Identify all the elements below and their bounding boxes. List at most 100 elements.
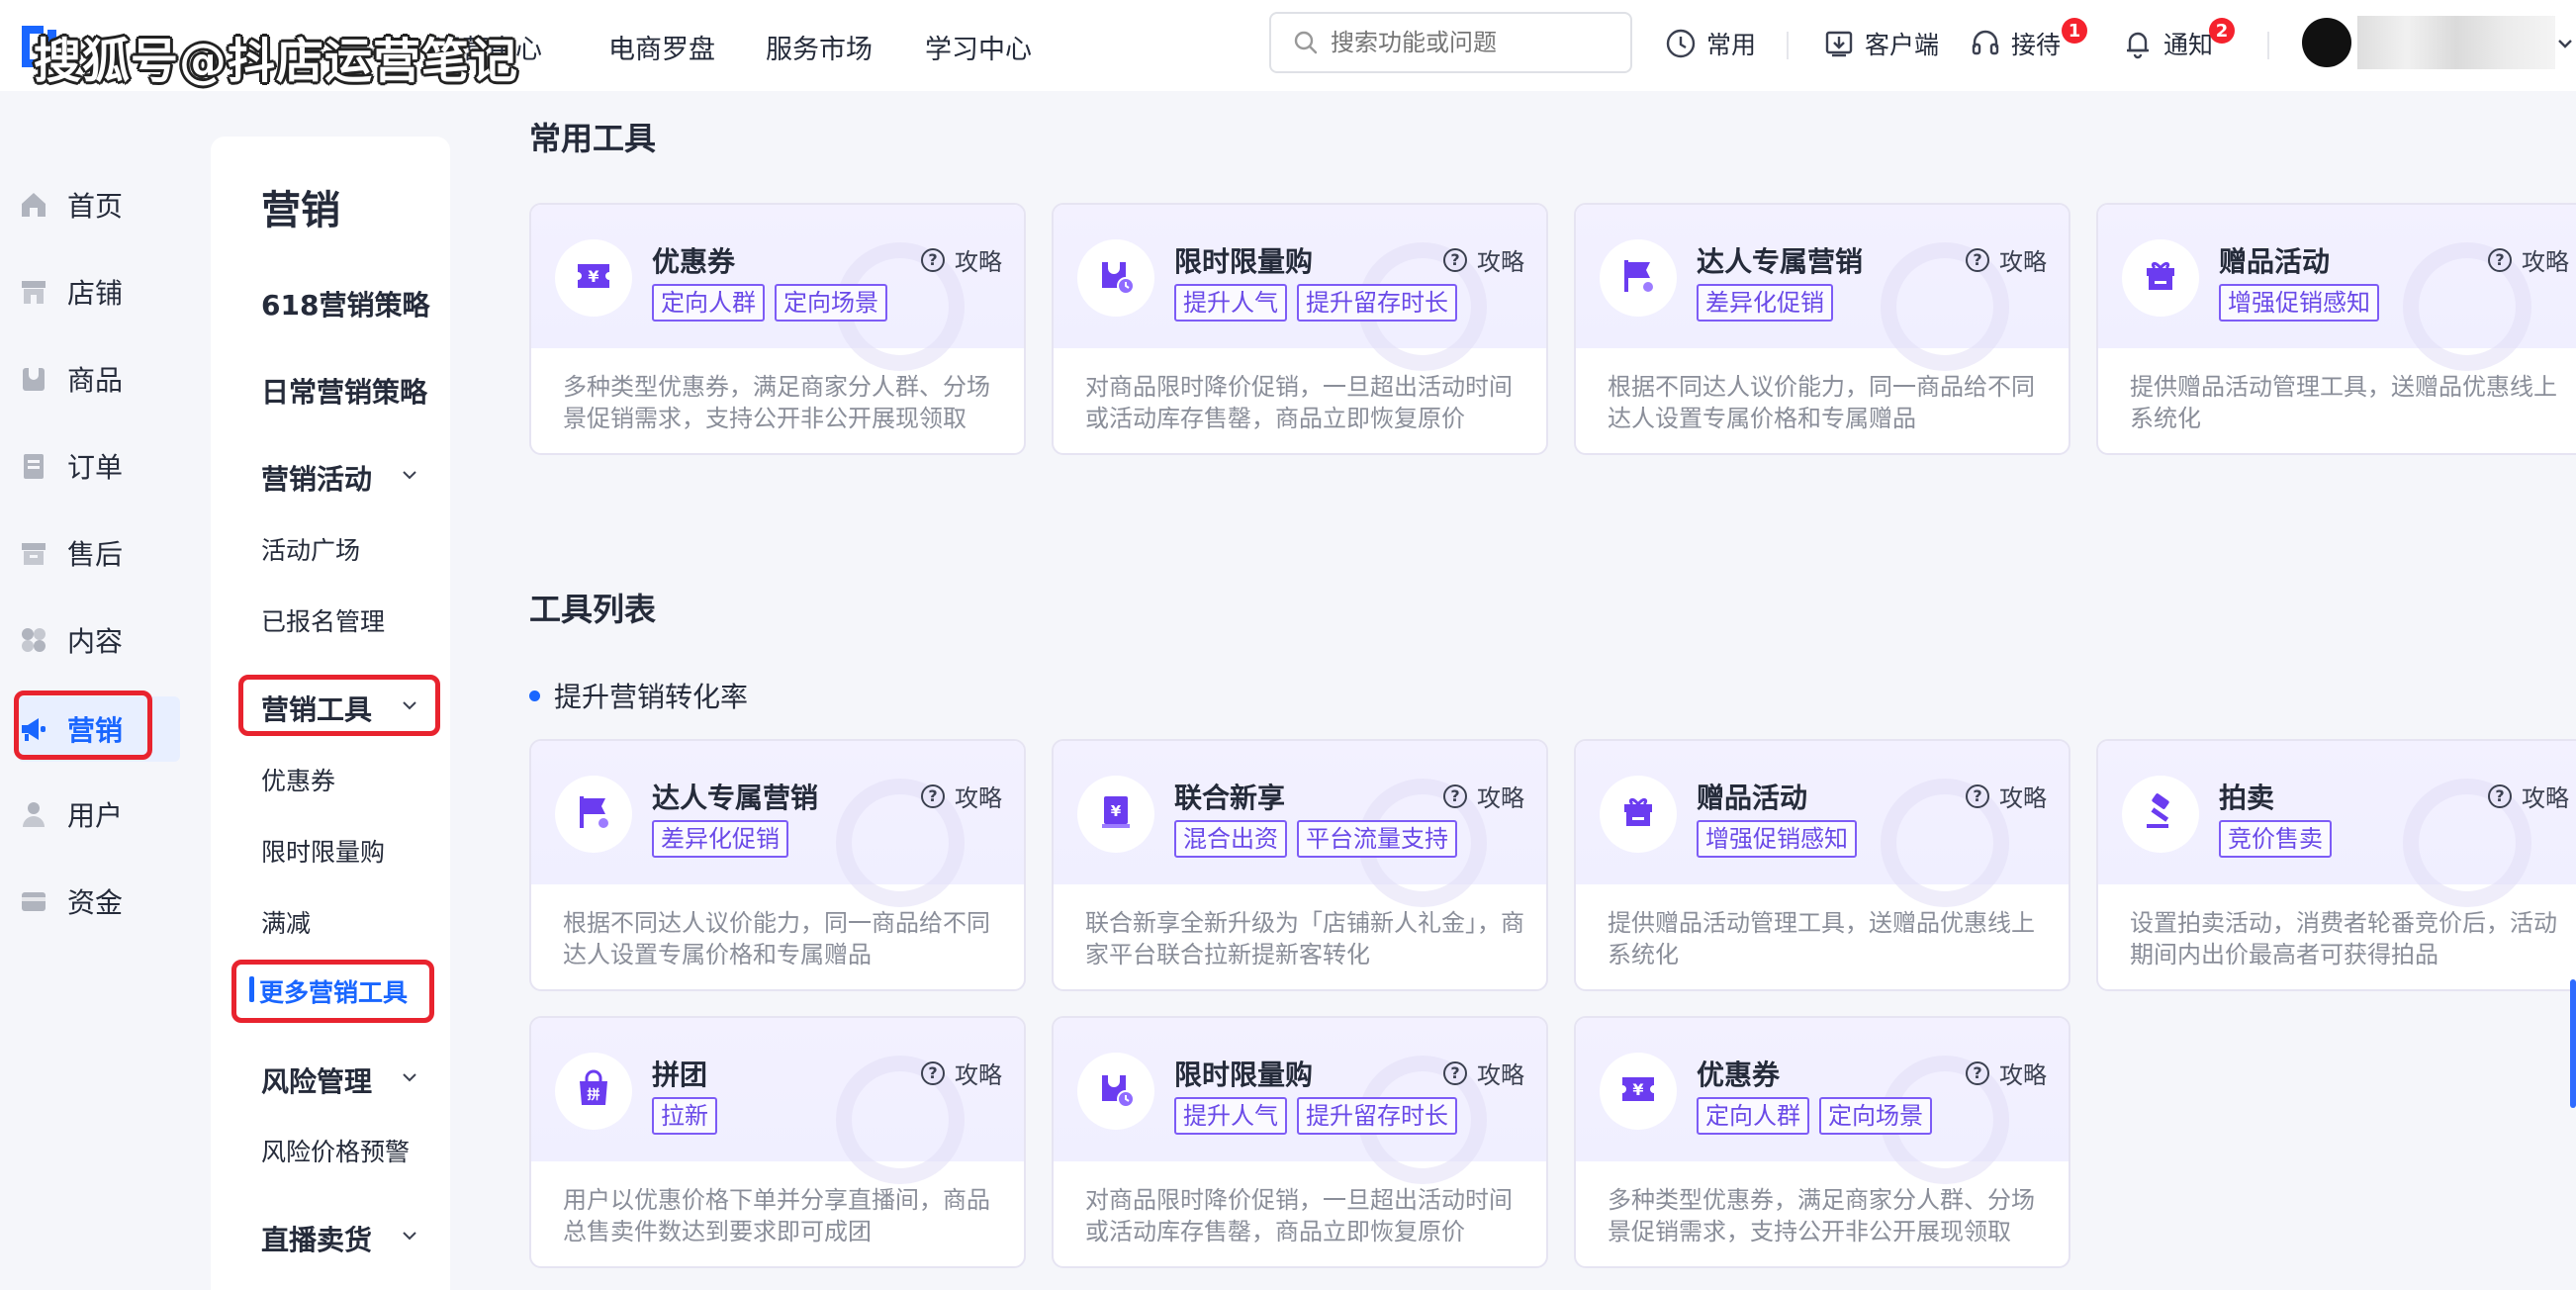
guide-link[interactable]: ? 攻略 bbox=[2488, 242, 2569, 277]
search-box[interactable] bbox=[1269, 12, 1632, 73]
guide-link[interactable]: ? 攻略 bbox=[921, 1056, 1002, 1090]
wallet-icon bbox=[22, 892, 46, 911]
sidebar-item-funds[interactable]: 资金 bbox=[18, 869, 180, 934]
notice-button[interactable]: 通知 2 bbox=[2122, 18, 2235, 63]
tool-card[interactable]: 限时限量购 提升人气 提升留存时长 ? 攻略 对商品限时降价促销，一旦超出活动时间或… bbox=[1052, 203, 1548, 455]
sidebar-item-user[interactable]: 用户 bbox=[18, 782, 180, 847]
tool-card[interactable]: 赠品活动 增强促销感知 ? 攻略 提供赠品活动管理工具，送赠品优惠线上系统化 bbox=[2096, 203, 2576, 455]
account-name-blurred[interactable] bbox=[2357, 16, 2555, 69]
nav-service-market[interactable]: 服务市场 bbox=[766, 28, 873, 66]
sub-item-flash-sale[interactable]: 限时限量购 bbox=[261, 833, 385, 869]
gift-icon bbox=[1616, 790, 1660, 838]
tool-card[interactable]: ¥ 优惠券 定向人群 定向场景 ? 攻略 多种类型优惠券，满足商家分人群、分场景促销… bbox=[1574, 1016, 2070, 1268]
card-icon-holder bbox=[1600, 239, 1677, 317]
tool-name: 赠品活动 bbox=[2219, 245, 2331, 278]
svg-text:¥: ¥ bbox=[1632, 1080, 1643, 1099]
nav-ecommerce-compass[interactable]: 电商罗盘 bbox=[608, 28, 715, 66]
tool-card[interactable]: ¥ 联合新享 混合出资 平台流量支持 ? 攻略 联合新享全新升级为「店铺新人礼金」，… bbox=[1052, 739, 1548, 991]
sub-item-discount[interactable]: 满减 bbox=[261, 904, 311, 940]
sub-item-risk-price[interactable]: 风险价格预警 bbox=[261, 1133, 410, 1168]
search-input[interactable] bbox=[1329, 28, 1606, 57]
home-icon bbox=[22, 193, 46, 217]
common-button[interactable]: 常用 bbox=[1665, 24, 1756, 63]
tool-card[interactable]: ¥ 优惠券 定向人群 定向场景 ? 攻略 多种类型优惠券，满足商家分人群、分场景促销… bbox=[529, 203, 1026, 455]
highlight-box-more-tools bbox=[231, 960, 434, 1023]
tool-tag: 平台流量支持 bbox=[1297, 820, 1457, 858]
sidebar-item-content[interactable]: 内容 bbox=[18, 607, 180, 673]
sidebar-item-product[interactable]: 商品 bbox=[18, 346, 180, 412]
svg-text:¥: ¥ bbox=[1111, 802, 1122, 820]
tool-description: 提供赠品活动管理工具，送赠品优惠线上系统化 bbox=[2130, 373, 2557, 432]
guide-link[interactable]: ? 攻略 bbox=[1443, 242, 1524, 277]
chevron-down-icon[interactable] bbox=[400, 1226, 419, 1245]
group-label-text: 提升营销转化率 bbox=[554, 681, 749, 713]
guide-link[interactable]: ? 攻略 bbox=[921, 779, 1002, 813]
guide-link[interactable]: ? 攻略 bbox=[921, 242, 1002, 277]
shop-icon bbox=[22, 281, 46, 304]
tool-tags: 差异化促销 bbox=[652, 820, 798, 858]
tool-tags: 增强促销感知 bbox=[2219, 284, 2389, 322]
sidebar-item-shop[interactable]: 店铺 bbox=[18, 259, 180, 324]
tool-card[interactable]: 拼 拼团 拉新 ? 攻略 用户以优惠价格下单并分享直播间，商品总售卖件数达到要求即… bbox=[529, 1016, 1026, 1268]
sub-item-coupon[interactable]: 优惠券 bbox=[261, 762, 335, 797]
tool-name: 优惠券 bbox=[652, 245, 736, 278]
tool-card[interactable]: 限时限量购 提升人气 提升留存时长 ? 攻略 对商品限时降价促销，一旦超出活动时间或… bbox=[1052, 1016, 1548, 1268]
flag-icon bbox=[572, 790, 615, 838]
tool-card[interactable]: 达人专属营销 差异化促销 ? 攻略 根据不同达人议价能力，同一商品给不同达人设置专… bbox=[529, 739, 1026, 991]
coupon-icon: ¥ bbox=[572, 254, 615, 302]
tool-description: 根据不同达人议价能力，同一商品给不同达人设置专属价格和专属赠品 bbox=[1608, 373, 2035, 432]
tool-tags: 提升人气 提升留存时长 bbox=[1174, 284, 1467, 322]
avatar[interactable] bbox=[2302, 18, 2351, 67]
question-circle-icon: ? bbox=[1443, 1060, 1467, 1085]
guide-link[interactable]: ? 攻略 bbox=[1966, 1056, 2047, 1090]
chevron-down-icon[interactable] bbox=[400, 465, 419, 485]
sub-group-risk[interactable]: 风险管理 bbox=[261, 1060, 372, 1100]
guide-link[interactable]: ? 攻略 bbox=[1443, 1056, 1524, 1090]
tool-card[interactable]: 达人专属营销 差异化促销 ? 攻略 根据不同达人议价能力，同一商品给不同达人设置专… bbox=[1574, 203, 2070, 455]
scrollbar[interactable] bbox=[2570, 979, 2576, 1108]
tool-tag: 增强促销感知 bbox=[2219, 284, 2379, 322]
tool-description: 提供赠品活动管理工具，送赠品优惠线上系统化 bbox=[1608, 909, 2035, 968]
guide-link[interactable]: ? 攻略 bbox=[1966, 242, 2047, 277]
sidebar-item-label: 商品 bbox=[67, 364, 124, 397]
download-icon bbox=[1825, 31, 1853, 57]
reception-button[interactable]: 接待 1 bbox=[1970, 18, 2087, 63]
sidebar-item-label: 用户 bbox=[67, 799, 124, 832]
notice-label: 通知 bbox=[2163, 31, 2214, 59]
sidebar-item-home[interactable]: 首页 bbox=[18, 172, 180, 237]
tool-description: 对商品限时降价促销，一旦超出活动时间或活动库存售罄，商品立即恢复原价 bbox=[1085, 1186, 1513, 1245]
client-button[interactable]: 客户端 bbox=[1823, 24, 1939, 63]
question-circle-icon: ? bbox=[1966, 1060, 1989, 1085]
guide-link[interactable]: ? 攻略 bbox=[1966, 779, 2047, 813]
sidebar-item-order[interactable]: 订单 bbox=[18, 433, 180, 499]
sub-item-618-strategy[interactable]: 618营销策略 bbox=[261, 284, 429, 323]
sub-item-registered[interactable]: 已报名管理 bbox=[261, 602, 385, 638]
order-icon bbox=[24, 454, 44, 479]
sidebar-item-after-sale[interactable]: 售后 bbox=[18, 520, 180, 586]
tool-tag: 混合出资 bbox=[1174, 820, 1287, 858]
tool-name: 拍卖 bbox=[2219, 782, 2275, 814]
bullet-dot bbox=[529, 690, 540, 701]
coupon-icon: ¥ bbox=[1616, 1067, 1660, 1115]
card-icon-holder bbox=[1077, 1053, 1154, 1130]
sub-group-live[interactable]: 直播卖货 bbox=[261, 1219, 372, 1258]
chevron-down-icon[interactable] bbox=[400, 1067, 419, 1087]
tool-card[interactable]: 拍卖 竞价售卖 ? 攻略 设置拍卖活动，消费者轮番竞价后，活动期间内出价最高者可获… bbox=[2096, 739, 2576, 991]
sub-group-activity[interactable]: 营销活动 bbox=[261, 458, 372, 498]
guide-label: 攻略 bbox=[1477, 248, 1524, 276]
sub-item-daily-strategy[interactable]: 日常营销策略 bbox=[261, 371, 427, 411]
nav-learning-center[interactable]: 学习中心 bbox=[925, 28, 1032, 66]
user-icon bbox=[23, 802, 45, 827]
guide-link[interactable]: ? 攻略 bbox=[1443, 779, 1524, 813]
tool-card[interactable]: 赠品活动 增强促销感知 ? 攻略 提供赠品活动管理工具，送赠品优惠线上系统化 bbox=[1574, 739, 2070, 991]
question-circle-icon: ? bbox=[921, 247, 945, 272]
chevron-down-icon[interactable] bbox=[2555, 34, 2575, 53]
question-circle-icon: ? bbox=[1966, 247, 1989, 272]
guide-link[interactable]: ? 攻略 bbox=[2488, 779, 2569, 813]
section-title-list: 工具列表 bbox=[529, 591, 657, 628]
card-icon-holder: ¥ bbox=[555, 239, 632, 317]
guide-label: 攻略 bbox=[955, 248, 1002, 276]
group-buy-icon: 拼 bbox=[572, 1067, 615, 1115]
sub-item-activity-plaza[interactable]: 活动广场 bbox=[261, 531, 360, 567]
tool-tag: 提升留存时长 bbox=[1297, 284, 1457, 322]
